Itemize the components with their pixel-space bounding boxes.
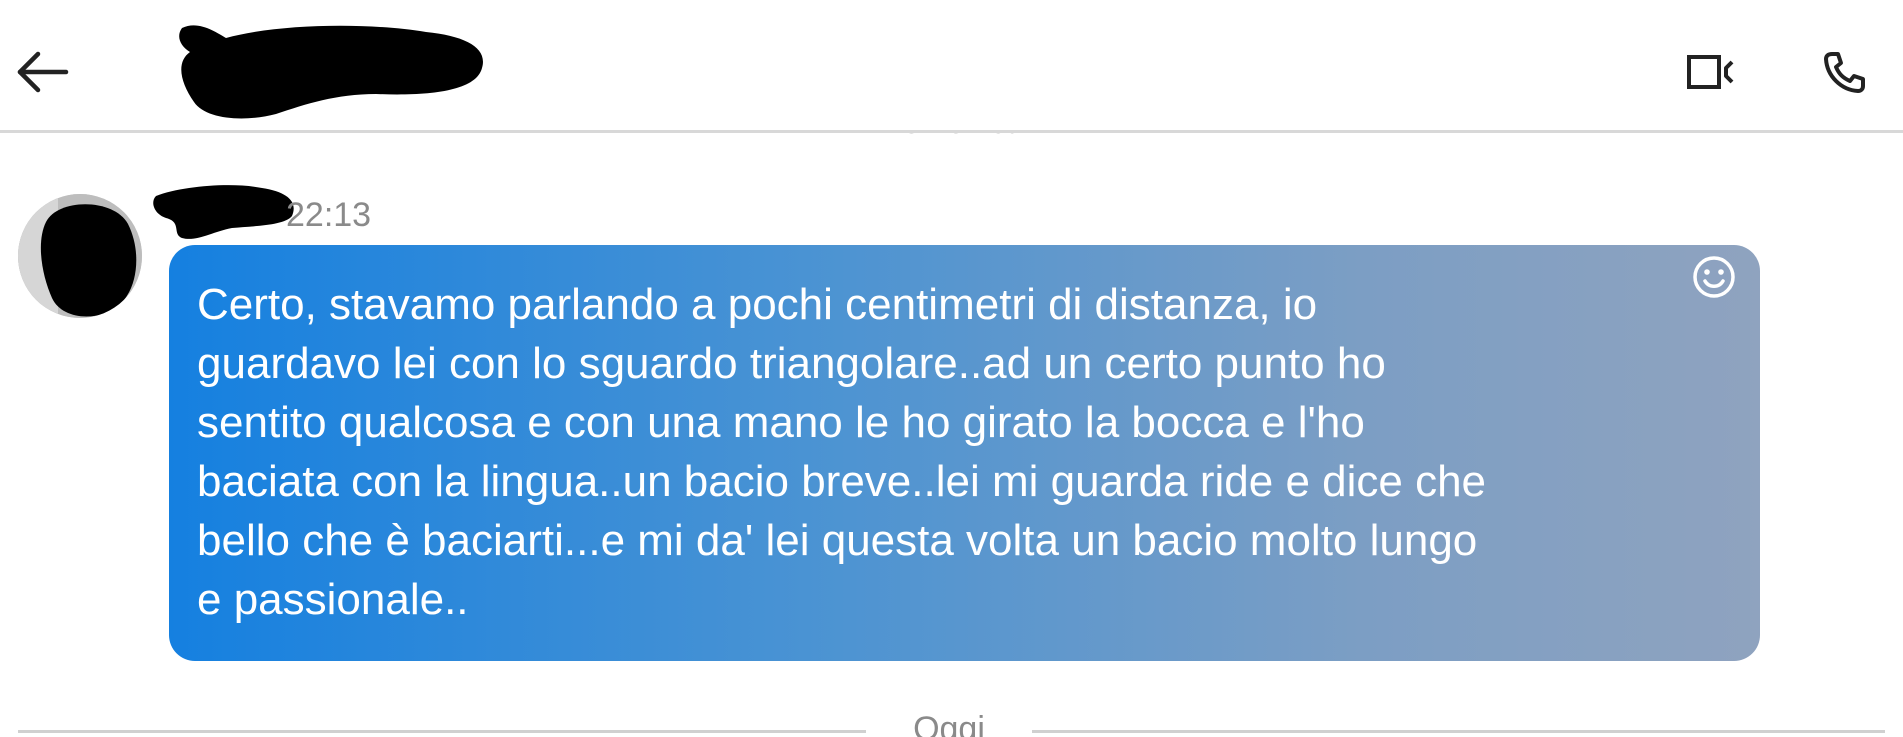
separator-line — [18, 730, 866, 733]
smiley-icon — [1693, 256, 1735, 298]
redaction-mark — [179, 25, 483, 119]
video-call-button[interactable] — [1686, 52, 1738, 92]
chat-header — [0, 0, 1903, 133]
phone-icon — [1824, 52, 1865, 93]
back-button[interactable] — [14, 48, 70, 96]
voice-call-button[interactable] — [1822, 50, 1866, 94]
message-bubble[interactable]: Certo, stavamo parlando a pochi centimet… — [169, 245, 1760, 661]
arrow-left-icon — [17, 51, 69, 93]
avatar[interactable] — [18, 194, 142, 318]
day-separator-label: Oggi — [913, 710, 985, 737]
chat-screen: Domenica 22:13 Certo, stavamo parlando a… — [0, 0, 1903, 737]
contact-name-redacted[interactable] — [176, 22, 488, 122]
redaction-mark — [153, 185, 294, 239]
message-text: Certo, stavamo parlando a pochi centimet… — [197, 280, 1487, 624]
message-time: 22:13 — [286, 196, 372, 234]
video-camera-icon — [1687, 55, 1734, 89]
sender-name-redacted — [152, 180, 300, 244]
day-separator: Oggi — [18, 706, 1885, 737]
separator-line — [1032, 730, 1885, 733]
add-reaction-button[interactable] — [1690, 253, 1738, 301]
redaction-mark — [18, 194, 142, 318]
